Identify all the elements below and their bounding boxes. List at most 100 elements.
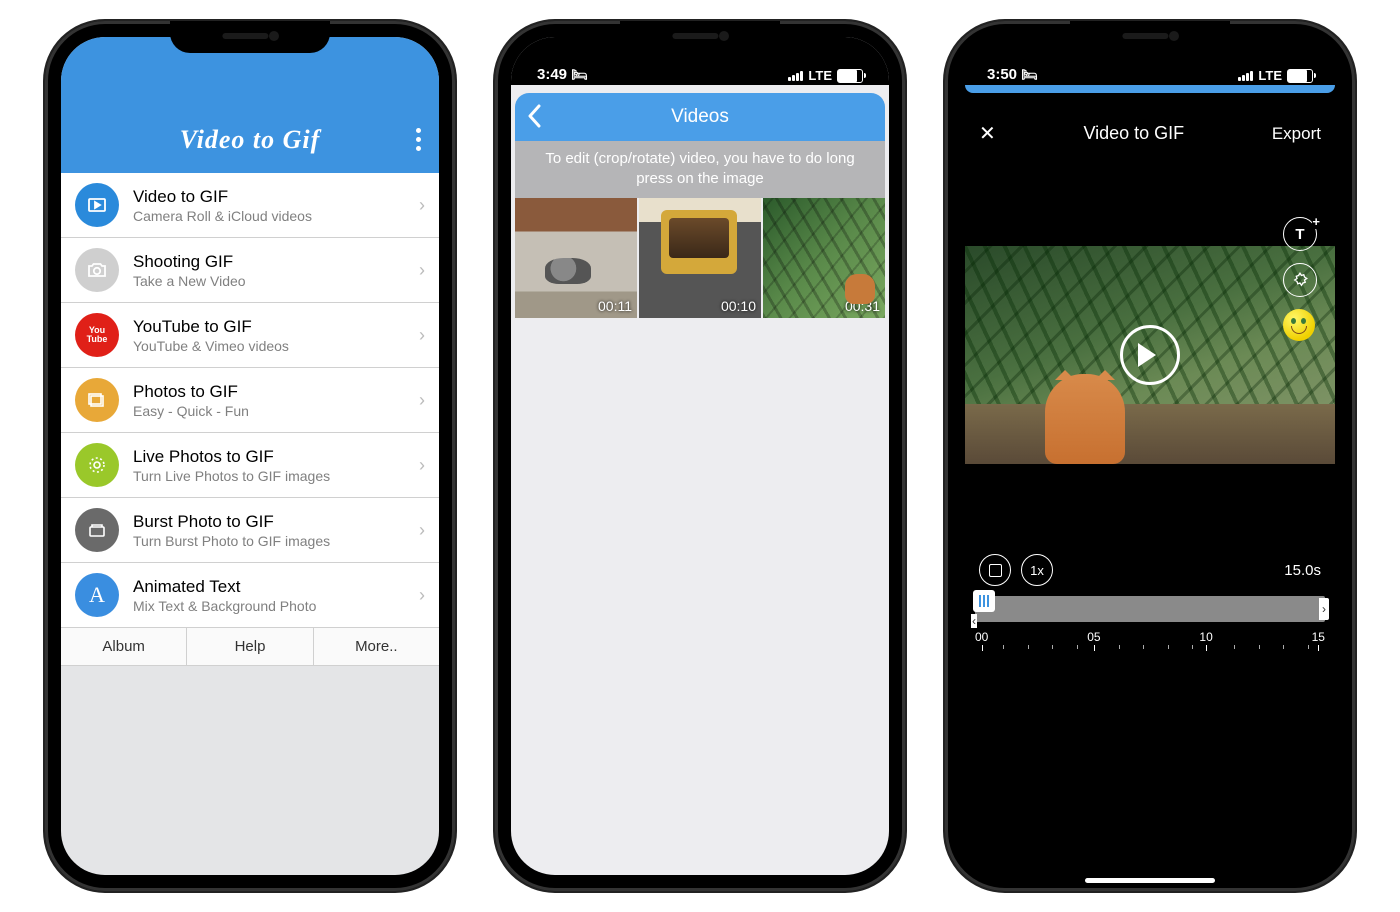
camera-icon	[75, 248, 119, 292]
burst-icon	[75, 508, 119, 552]
menu-subtitle: Mix Text & Background Photo	[133, 598, 405, 614]
menu-item-video-to-gif[interactable]: Video to GIFCamera Roll & iCloud videos …	[61, 173, 439, 238]
ruler-tick: 15	[1312, 630, 1325, 652]
menu-subtitle: Easy - Quick - Fun	[133, 403, 405, 419]
chevron-right-icon: ›	[419, 455, 425, 476]
cellular-signal-icon	[788, 71, 803, 81]
page-header: Videos	[515, 93, 885, 141]
menu-title: Video to GIF	[133, 187, 405, 207]
hint-banner: To edit (crop/rotate) video, you have to…	[515, 141, 885, 198]
chevron-right-icon: ›	[419, 390, 425, 411]
battery-icon	[837, 69, 863, 83]
overflow-menu-icon[interactable]	[416, 128, 421, 151]
phone-frame-1: Video to Gif Video to GIFCamera Roll & i…	[45, 21, 455, 891]
tab-album[interactable]: Album	[61, 628, 187, 665]
play-button[interactable]	[1120, 325, 1180, 385]
screen-3: 3:50 🛏 LTE ✕ Video to GIF Export T	[961, 37, 1339, 875]
trim-handle-right[interactable]: ›	[1319, 598, 1329, 620]
video-play-icon	[75, 183, 119, 227]
menu-item-animated-text[interactable]: A Animated TextMix Text & Background Pho…	[61, 563, 439, 628]
menu-item-photos-to-gif[interactable]: Photos to GIFEasy - Quick - Fun ›	[61, 368, 439, 433]
screen-2: 3:49 🛏 LTE Videos To edit (crop/rotate) …	[511, 37, 889, 875]
menu-list: Video to GIFCamera Roll & iCloud videos …	[61, 173, 439, 628]
live-photo-icon	[75, 443, 119, 487]
menu-title: Animated Text	[133, 577, 405, 597]
chevron-right-icon: ›	[419, 260, 425, 281]
text-icon: A	[75, 573, 119, 617]
time-ruler: 00 05 10 15	[975, 630, 1325, 652]
tab-more[interactable]: More..	[314, 628, 439, 665]
emoji-tool[interactable]	[1283, 309, 1315, 341]
menu-title: Burst Photo to GIF	[133, 512, 405, 532]
trim-handle-left[interactable]	[973, 590, 995, 612]
menu-title: Photos to GIF	[133, 382, 405, 402]
network-label: LTE	[1258, 68, 1282, 83]
sticker-tool[interactable]	[1283, 263, 1317, 297]
add-text-tool[interactable]: T	[1283, 217, 1317, 251]
screen-1: Video to Gif Video to GIFCamera Roll & i…	[61, 37, 439, 875]
video-thumb[interactable]: 00:10	[639, 198, 761, 318]
editor-header: ✕ Video to GIF Export	[961, 93, 1339, 156]
chevron-right-icon: ›	[419, 195, 425, 216]
stop-button[interactable]	[979, 554, 1011, 586]
video-thumb[interactable]: 00:31	[763, 198, 885, 318]
video-duration: 00:11	[598, 298, 632, 314]
menu-item-shooting-gif[interactable]: Shooting GIFTake a New Video ›	[61, 238, 439, 303]
top-color-bar	[965, 85, 1335, 93]
status-time: 3:49	[537, 66, 567, 83]
phone-frame-3: 3:50 🛏 LTE ✕ Video to GIF Export T	[945, 21, 1355, 891]
video-grid: 00:11 00:10 00:31	[511, 198, 889, 318]
scroll-left-icon[interactable]: ‹	[971, 614, 977, 628]
menu-subtitle: Turn Live Photos to GIF images	[133, 468, 405, 484]
trim-timeline[interactable]: ‹ ›	[975, 596, 1325, 622]
home-indicator[interactable]	[1085, 878, 1215, 883]
menu-item-burst-photo-to-gif[interactable]: Burst Photo to GIFTurn Burst Photo to GI…	[61, 498, 439, 563]
menu-subtitle: Camera Roll & iCloud videos	[133, 208, 405, 224]
speed-label: 1x	[1030, 563, 1044, 578]
menu-title: YouTube to GIF	[133, 317, 405, 337]
chevron-right-icon: ›	[419, 585, 425, 606]
menu-item-live-photos-to-gif[interactable]: Live Photos to GIFTurn Live Photos to GI…	[61, 433, 439, 498]
youtube-icon: YouTube	[75, 313, 119, 357]
menu-subtitle: Take a New Video	[133, 273, 405, 289]
menu-subtitle: YouTube & Vimeo videos	[133, 338, 405, 354]
video-duration: 00:31	[845, 298, 880, 314]
page-title: Videos	[671, 106, 729, 128]
notch	[170, 21, 330, 53]
menu-subtitle: Turn Burst Photo to GIF images	[133, 533, 405, 549]
tab-help[interactable]: Help	[187, 628, 313, 665]
bed-icon: 🛏	[571, 67, 588, 82]
playback-controls: 1x 15.0s	[961, 554, 1339, 586]
back-button[interactable]	[527, 103, 543, 135]
bottom-tabs: Album Help More..	[61, 628, 439, 666]
menu-item-youtube-to-gif[interactable]: YouTube YouTube to GIFYouTube & Vimeo vi…	[61, 303, 439, 368]
editor-tools: T	[1283, 217, 1317, 341]
ruler-tick: 10	[1199, 630, 1212, 652]
close-button[interactable]: ✕	[979, 121, 996, 146]
chevron-right-icon: ›	[419, 520, 425, 541]
menu-title: Shooting GIF	[133, 252, 405, 272]
timeline-track[interactable]: ‹ ›	[975, 596, 1325, 622]
export-button[interactable]: Export	[1272, 124, 1321, 144]
phone-frame-2: 3:49 🛏 LTE Videos To edit (crop/rotate) …	[495, 21, 905, 891]
network-label: LTE	[808, 68, 832, 83]
bed-icon: 🛏	[1021, 67, 1038, 82]
home-indicator[interactable]	[185, 878, 315, 883]
video-duration: 00:10	[721, 298, 756, 314]
app-title: Video to Gif	[180, 125, 321, 155]
photos-icon	[75, 378, 119, 422]
video-preview[interactable]	[965, 246, 1335, 464]
ruler-tick: 05	[1087, 630, 1100, 652]
video-thumb[interactable]: 00:11	[515, 198, 637, 318]
speed-button[interactable]: 1x	[1021, 554, 1053, 586]
app-header: Video to Gif	[61, 37, 439, 173]
notch	[620, 21, 780, 53]
notch	[1070, 21, 1230, 53]
menu-title: Live Photos to GIF	[133, 447, 405, 467]
chevron-right-icon: ›	[419, 325, 425, 346]
battery-icon	[1287, 69, 1313, 83]
ruler-tick: 00	[975, 630, 988, 652]
clip-duration: 15.0s	[1284, 562, 1321, 579]
home-indicator[interactable]	[635, 878, 765, 883]
editor-title: Video to GIF	[1083, 123, 1184, 144]
